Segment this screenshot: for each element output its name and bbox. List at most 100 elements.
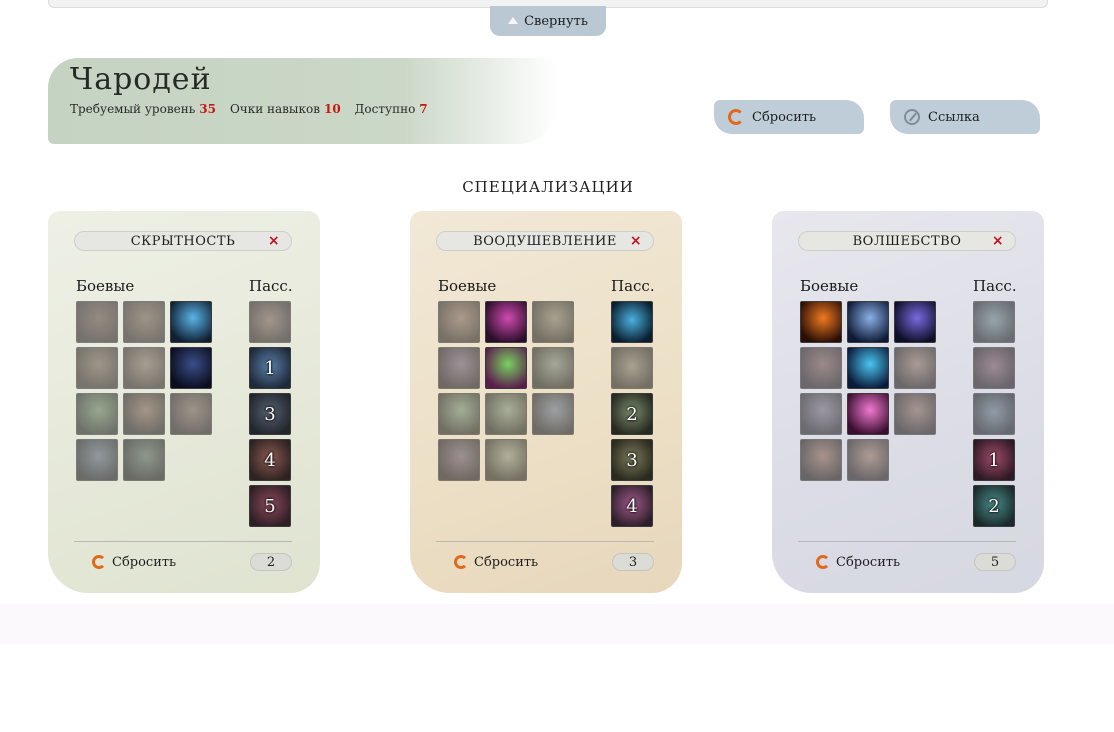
close-icon[interactable]: × [991,234,1005,248]
spec-points-badge: 5 [974,553,1016,571]
skill-rank: 1 [264,357,276,379]
reset-all-label: Сбросить [752,109,817,125]
combat-label: Боевые [800,277,859,295]
hourglass-icon[interactable] [611,347,653,389]
specializations-heading: СПЕЦИАЛИЗАЦИИ [462,178,634,196]
collapse-label: Свернуть [524,13,588,29]
stat-skill-points: Очки навыков 10 [229,102,341,116]
comet-icon[interactable] [847,439,889,481]
close-icon[interactable]: × [267,234,281,248]
skill-rank: 2 [988,495,1000,517]
fireball-icon[interactable] [800,301,842,343]
reset-icon [92,555,106,569]
link-icon [904,109,920,125]
tentacle-icon[interactable] [973,347,1015,389]
arrow-shot-icon[interactable] [123,347,165,389]
card-divider [436,541,654,542]
arcane-bolt-icon[interactable] [894,301,936,343]
passive-label: Пасс. [611,277,655,295]
flame-wave-icon[interactable] [800,347,842,389]
music-notes-pink-icon[interactable] [485,301,527,343]
spec-reset-button[interactable]: Сбросить [88,549,188,575]
pink-aura-icon[interactable]: 4 [611,485,653,527]
passive-label: Пасс. [973,277,1017,295]
stat-available: Доступно 7 [354,102,428,116]
song-blast-icon[interactable] [485,347,527,389]
combat-label: Боевые [438,277,497,295]
stealth-profile-icon[interactable] [170,347,212,389]
skill-rank: 5 [264,495,276,517]
lightning-spear-icon[interactable] [847,301,889,343]
collapse-button[interactable]: Свернуть [490,6,606,36]
double-blades-icon[interactable] [170,393,212,435]
dark-cloak-icon[interactable]: 3 [249,393,291,435]
rune-icon[interactable]: 1 [973,439,1015,481]
close-icon[interactable]: × [629,234,643,248]
ward-icon[interactable] [973,301,1015,343]
class-title: Чародей [70,62,212,97]
collapse-arrow-icon [508,16,519,24]
skill-rank: 4 [264,449,276,471]
evasion-icon[interactable] [76,347,118,389]
dagger-slash-icon[interactable] [123,301,165,343]
sprint-icon[interactable] [76,439,118,481]
spec-card: ВОЛШЕБСТВО × Боевые Пасс. 1 2 Сбросить 5 [772,211,1044,593]
inferno-icon[interactable] [800,439,842,481]
frost-step-icon[interactable] [847,347,889,389]
reset-all-button[interactable]: Сбросить [714,100,864,134]
combat-label: Боевые [76,277,135,295]
sky-blast-icon[interactable] [532,393,574,435]
mist-icon[interactable] [973,393,1015,435]
poison-blade-icon[interactable] [76,393,118,435]
spec-card: СКРЫТНОСТЬ × Боевые Пасс. 1345 Сбросить … [48,211,320,593]
twin-daggers-icon[interactable] [249,301,291,343]
class-stats: Требуемый уровень 35 Очки навыков 10 Досту… [70,102,428,116]
horn-icon[interactable] [485,439,527,481]
bell-icon[interactable]: 2 [611,393,653,435]
link-label: Ссылка [928,109,980,125]
green-aura-icon[interactable] [438,393,480,435]
inspire-shield-icon[interactable] [438,301,480,343]
spec-points-badge: 3 [612,553,654,571]
lyre-icon[interactable] [438,439,480,481]
decoy-icon[interactable] [123,439,165,481]
fire-burst-icon[interactable] [894,347,936,389]
stone-icon[interactable] [800,393,842,435]
spirit-icon[interactable]: 5 [249,485,291,527]
passive-label: Пасс. [249,277,293,295]
music-notes-icon[interactable] [532,301,574,343]
skill-rank: 3 [264,403,276,425]
footer-band [0,604,1114,644]
magic-crystal-icon[interactable] [847,393,889,435]
spirit-wave-icon[interactable]: 2 [973,485,1015,527]
chain-lightning-icon[interactable] [894,393,936,435]
spec-card-title: ВООДУШЕВЛЕНИЕ × [436,231,654,251]
meditate-icon[interactable] [438,347,480,389]
spec-card-title: СКРЫТНОСТЬ × [74,231,292,251]
skill-rank: 1 [988,449,1000,471]
fire-strike-icon[interactable] [123,393,165,435]
skill-rank: 3 [626,449,638,471]
glowing-hand-icon[interactable] [611,301,653,343]
card-divider [74,541,292,542]
spec-card-title: ВОЛШЕБСТВО × [798,231,1016,251]
ring-guard-icon[interactable]: 4 [249,439,291,481]
link-button[interactable]: Ссылка [890,100,1040,134]
shadow-figure-icon[interactable] [170,301,212,343]
skill-rank: 2 [626,403,638,425]
ice-shard-icon[interactable]: 1 [249,347,291,389]
reset-icon [728,109,744,125]
ripple-icon[interactable]: 3 [611,439,653,481]
reset-icon [816,555,830,569]
spec-reset-button[interactable]: Сбросить [812,549,912,575]
spec-points-badge: 2 [250,553,292,571]
heal-circle-icon[interactable] [485,393,527,435]
blade-strike-icon[interactable] [76,301,118,343]
spec-reset-button[interactable]: Сбросить [450,549,550,575]
harmony-icon[interactable] [532,347,574,389]
stat-required-level: Требуемый уровень 35 [70,102,216,116]
spec-card: ВООДУШЕВЛЕНИЕ × Боевые Пасс. 2 3 4 Сбросит… [410,211,682,593]
skill-rank: 4 [626,495,638,517]
card-divider [798,541,1016,542]
reset-icon [454,555,468,569]
